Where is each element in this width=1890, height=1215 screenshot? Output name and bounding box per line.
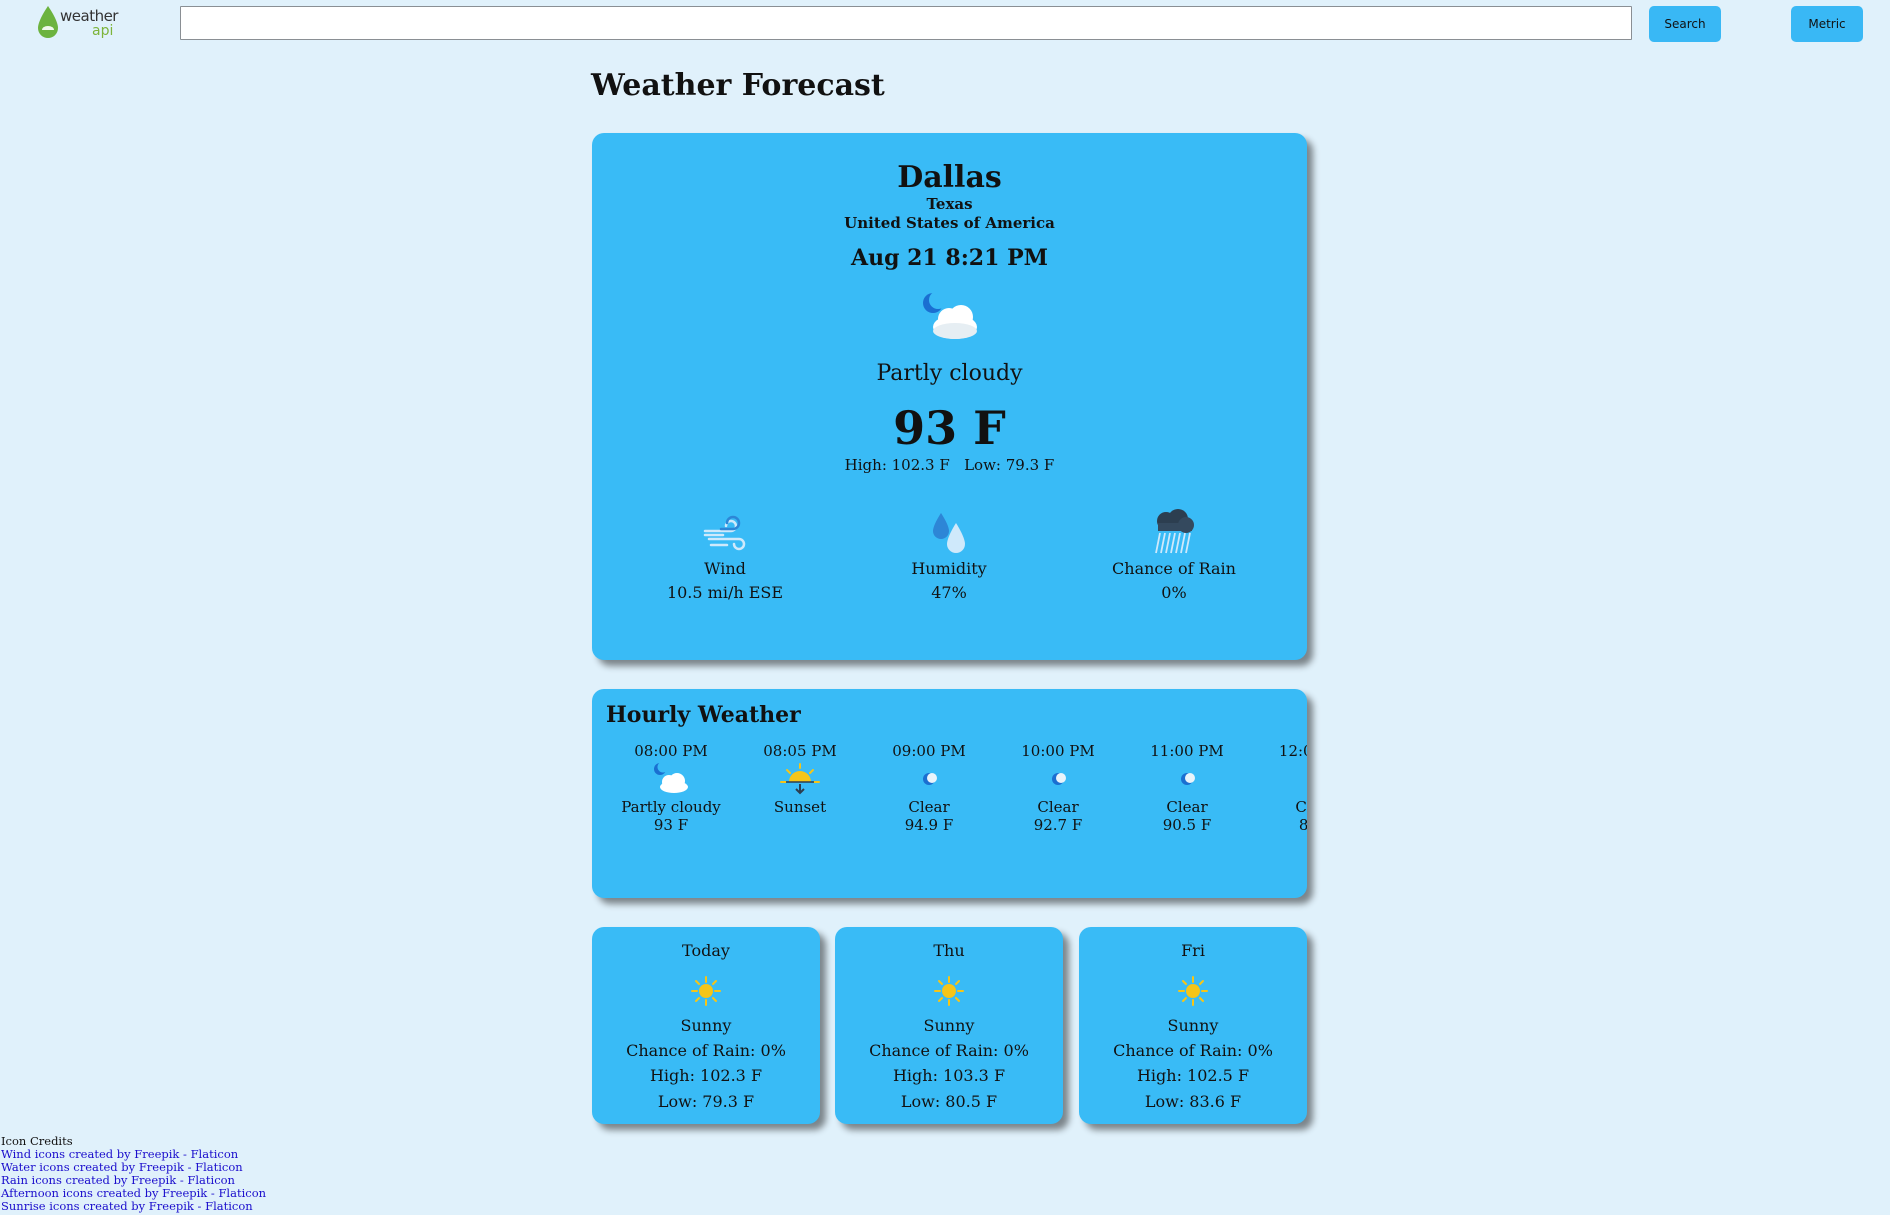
high-low: High: 102.3 F Low: 79.3 F (592, 456, 1307, 474)
moon-icon (1052, 773, 1066, 785)
hourly-temp: 92.7 F (1033, 816, 1083, 834)
moon-icon (1181, 773, 1195, 785)
search-input[interactable] (180, 6, 1632, 40)
day-low: Low: 79.3 F (657, 1092, 755, 1111)
hourly-temp: 88 F (1298, 816, 1307, 834)
hourly-condition: Clear (1037, 798, 1079, 816)
daily-forecast-card: Thu Sunny Chance of Rain: 0% High: 103.3… (835, 927, 1063, 1124)
hourly-temp: 94.9 F (904, 816, 954, 834)
weatherapi-logo[interactable]: weather api (36, 4, 118, 42)
page-title: Weather Forecast (591, 68, 885, 103)
day-high: High: 102.3 F (649, 1066, 763, 1085)
hourly-item: 09:00 PM Clear 94.9 F (869, 742, 989, 834)
hourly-condition: Clear (908, 798, 950, 816)
wind-icon (703, 515, 746, 551)
hourly-time: 08:05 PM (763, 742, 837, 760)
logo-text-api: api (92, 23, 114, 39)
chance-of-rain-label: Chance of Rain (1112, 559, 1236, 578)
daily-forecast-card: Today Sunny Chance of Rain: 0% High: 102… (592, 927, 820, 1124)
hourly-condition: Sunset (773, 798, 827, 816)
current-temperature: 93 F (893, 401, 1006, 455)
day-chance-of-rain: Chance of Rain: 0% (626, 1041, 786, 1060)
credit-link-sunrise[interactable]: Sunrise icons created by Freepik - Flati… (1, 1200, 266, 1213)
moon-icon (1294, 762, 1307, 796)
day-chance-of-rain: Chance of Rain: 0% (869, 1041, 1029, 1060)
sunset-icon (780, 763, 820, 795)
icon-credits: Icon Credits Wind icons created by Freep… (1, 1135, 266, 1213)
day-name: Thu (933, 941, 965, 960)
humidity-value: 47% (931, 583, 967, 602)
wind-stat: Wind 10.5 mi/h ESE (635, 509, 815, 602)
hourly-item: 08:05 PM Sunset (740, 742, 860, 816)
current-weather-card: Dallas Texas United States of America Au… (592, 133, 1307, 660)
hourly-time: 09:00 PM (892, 742, 966, 760)
humidity-stat: Humidity 47% (859, 509, 1039, 602)
hourly-item: 10:00 PM Clear 92.7 F (998, 742, 1118, 834)
chance-of-rain-value: 0% (1161, 583, 1187, 602)
wind-label: Wind (704, 559, 746, 578)
hourly-temp: 93 F (653, 816, 689, 834)
day-low: Low: 83.6 F (1144, 1092, 1242, 1111)
day-chance-of-rain: Chance of Rain: 0% (1113, 1041, 1273, 1060)
hourly-time: 10:00 PM (1021, 742, 1095, 760)
hourly-title: Hourly Weather (606, 702, 801, 728)
day-condition: Sunny (923, 1016, 975, 1035)
day-name: Today (682, 941, 730, 960)
metric-toggle-button[interactable]: Metric (1791, 6, 1863, 42)
humidity-icon (933, 513, 965, 553)
search-button[interactable]: Search (1649, 6, 1721, 42)
sun-icon (1178, 976, 1208, 1006)
hourly-item: 08:00 PM Partly cloudy 93 F (611, 742, 731, 834)
region-name: Texas (926, 195, 973, 213)
high-temp: High: 102.3 F (844, 456, 950, 474)
rain-icon (1155, 509, 1194, 554)
partly-cloudy-night-icon (654, 762, 688, 793)
hourly-temp: 90.5 F (1162, 816, 1212, 834)
hourly-time: 12:00 AM (1278, 742, 1307, 760)
low-temp: Low: 79.3 F (964, 456, 1055, 474)
sun-icon (934, 976, 964, 1006)
humidity-label: Humidity (911, 559, 987, 578)
hourly-weather-card[interactable]: Hourly Weather 08:00 PM Partly cloudy 93… (592, 689, 1307, 898)
city-name: Dallas (897, 160, 1002, 195)
sun-icon (691, 976, 721, 1006)
daily-forecast-card: Fri Sunny Chance of Rain: 0% High: 102.5… (1079, 927, 1307, 1124)
country-name: United States of America (844, 214, 1055, 232)
day-high: High: 102.5 F (1136, 1066, 1250, 1085)
moon-icon (923, 773, 937, 785)
hourly-condition: Clear (1295, 798, 1307, 816)
day-low: Low: 80.5 F (900, 1092, 998, 1111)
hourly-time: 11:00 PM (1150, 742, 1224, 760)
condition-text: Partly cloudy (876, 361, 1023, 386)
hourly-condition: Partly cloudy (621, 798, 721, 816)
hourly-item: 12:00 AM Clear 88 F (1256, 742, 1307, 834)
partly-cloudy-night-icon (923, 291, 977, 339)
day-condition: Sunny (1167, 1016, 1219, 1035)
day-condition: Sunny (680, 1016, 732, 1035)
day-high: High: 103.3 F (892, 1066, 1006, 1085)
chance-of-rain-stat: Chance of Rain 0% (1084, 509, 1264, 602)
wind-value: 10.5 mi/h ESE (666, 583, 784, 602)
hourly-item: 11:00 PM Clear 90.5 F (1127, 742, 1247, 834)
local-datetime: Aug 21 8:21 PM (851, 245, 1048, 271)
hourly-condition: Clear (1166, 798, 1208, 816)
day-name: Fri (1181, 941, 1205, 960)
hourly-time: 08:00 PM (634, 742, 708, 760)
